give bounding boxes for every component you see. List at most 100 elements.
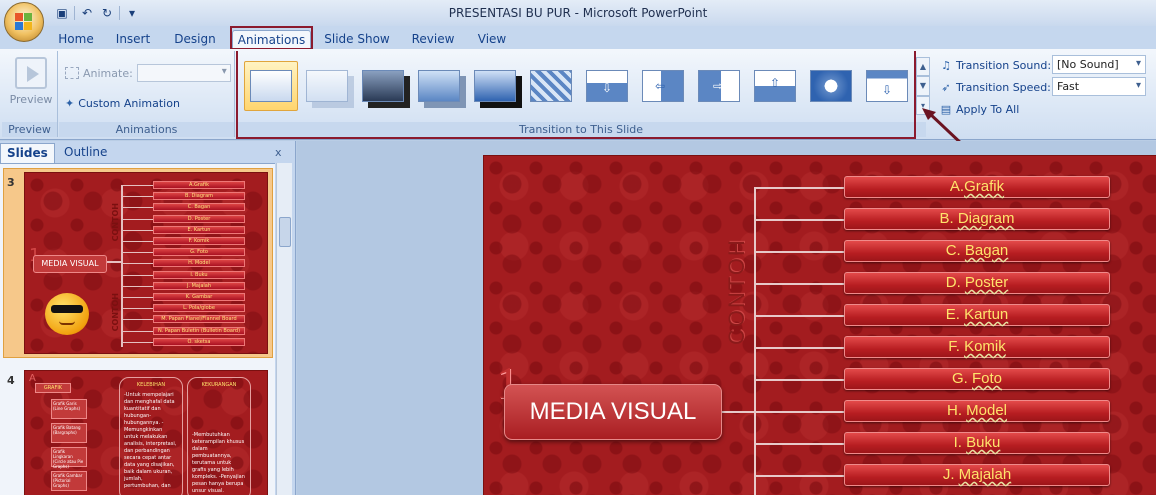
example-item-prefix: E.	[945, 306, 965, 323]
gallery-down-icon[interactable]: ▼	[916, 76, 930, 96]
preview-button[interactable]: Preview	[8, 55, 54, 111]
example-item[interactable]: D. Poster	[844, 272, 1110, 294]
group-preview: Preview Preview	[2, 51, 58, 137]
title-bar: ▣ ↶ ↻ ▾ PRESENTASI BU PUR - Microsoft Po…	[0, 0, 1156, 26]
example-item-prefix: A.	[949, 178, 965, 195]
mini-heading: GRAFIK	[35, 383, 71, 393]
scrollbar-thumb[interactable]	[279, 217, 291, 247]
close-icon[interactable]: x	[275, 146, 282, 159]
example-item[interactable]: A.Grafik	[844, 176, 1110, 198]
example-item-prefix: J.	[942, 466, 959, 483]
tab-insert[interactable]: Insert	[106, 30, 160, 50]
custom-animation-button[interactable]: ✦ Custom Animation	[65, 93, 180, 113]
media-visual-title[interactable]: MEDIA VISUAL	[504, 384, 722, 440]
example-item[interactable]: G. Foto	[844, 368, 1110, 390]
mini-connector	[105, 261, 121, 263]
mini-connector	[121, 207, 153, 209]
mini-list-item: C. Bagan	[153, 203, 245, 212]
panel-tabs: Slides Outline x	[0, 143, 290, 163]
mini-list-item: K. Gambar	[153, 293, 245, 301]
connector-line	[754, 251, 846, 253]
main-slide[interactable]: A.Grafik B. Diagram C. Bagan D. Poster E. Ka…	[483, 155, 1156, 495]
example-item-prefix: G.	[951, 370, 972, 387]
example-item-word: Kartun	[964, 306, 1009, 323]
slides-panel: Slides Outline x 3 A.Grafik B. Diagram C. …	[0, 141, 296, 495]
office-button[interactable]	[4, 2, 44, 42]
mini-connector	[121, 263, 153, 265]
preview-label: Preview	[9, 93, 53, 106]
mini-connector	[121, 218, 153, 220]
mini-list-item: B. Diagram	[153, 192, 245, 201]
tab-slides[interactable]: Slides	[0, 143, 55, 163]
slide-number: 4	[7, 374, 15, 387]
tab-outline[interactable]: Outline	[58, 143, 113, 163]
example-item[interactable]: H. Model	[844, 400, 1110, 422]
animate-icon	[65, 67, 79, 79]
animate-dropdown[interactable]	[136, 64, 231, 82]
group-label-animations: Animations	[59, 122, 234, 137]
slides-list: 3 A.Grafik B. Diagram C. Bagan D. Poster E. …	[0, 163, 275, 495]
speed-icon: ➶	[941, 80, 951, 94]
connector-line	[722, 411, 756, 413]
tab-view[interactable]: View	[470, 30, 514, 50]
animate-label: Animate:	[83, 66, 133, 80]
slide-number: 3	[7, 176, 15, 189]
mini-list-item: G. Foto	[153, 248, 245, 257]
tab-design[interactable]: Design	[166, 30, 224, 50]
kekurangan-box: KEKURANGAN -Membutuhkan keterampilan khu…	[187, 377, 251, 495]
example-item-word: Buku	[966, 434, 1001, 451]
mini-connector	[121, 229, 153, 231]
example-item-word: Komik	[964, 338, 1006, 355]
example-item-word: Foto	[972, 370, 1003, 387]
mini-graph-item: Grafik Lingkaran (Circle atau Pie Graphs…	[51, 447, 87, 469]
mini-graph-item: Grafik Garis (Line Graphs)	[51, 399, 87, 419]
sound-icon: ♫	[941, 58, 951, 72]
example-item-word: Bagan	[964, 242, 1009, 259]
mini-connector	[121, 185, 123, 347]
mini-list-item: H. Model	[153, 259, 245, 268]
mini-connector	[121, 319, 153, 321]
mini-list-item: A.Grafik	[153, 181, 245, 189]
mini-list-item: N. Papan Buletin (Bulletin Board)	[153, 326, 245, 335]
example-item-prefix: I.	[953, 434, 967, 451]
example-item[interactable]: I. Buku	[844, 432, 1110, 454]
mini-list-item: E. Kartun	[153, 225, 245, 234]
example-item[interactable]: B. Diagram	[844, 208, 1110, 230]
transition-speed-row: ➶ Transition Speed:	[938, 77, 1051, 97]
example-item[interactable]: C. Bagan	[844, 240, 1110, 262]
gallery-up-icon[interactable]: ▲	[916, 57, 930, 77]
mini-graph-item: Grafik Batang (Bargraphs)	[51, 423, 87, 443]
panel-scrollbar[interactable]	[276, 163, 292, 495]
mini-contoh-label: CONTOH	[111, 203, 120, 242]
custom-animation-icon: ✦	[65, 96, 75, 110]
connector-line	[754, 443, 846, 445]
smiley-cool-icon	[45, 293, 89, 335]
mini-list-item: I. Buku	[153, 270, 245, 279]
slide-canvas: A.Grafik B. Diagram C. Bagan D. Poster E. Ka…	[297, 141, 1156, 495]
connector-line	[754, 411, 846, 413]
connector-line	[754, 219, 846, 221]
transition-sound-label: Transition Sound:	[956, 58, 1052, 72]
example-item[interactable]: J. Majalah	[844, 464, 1110, 486]
kelebihan-box: KELEBIHAN -Untuk mempelajari dan menghaf…	[119, 377, 183, 495]
connector-line	[754, 188, 756, 495]
slide-thumbnail-4[interactable]: A GRAFIK Grafik Garis (Line Graphs) Grafi…	[24, 370, 268, 495]
group-animations: Animate: ✦ Custom Animation Animations	[59, 51, 235, 137]
transition-speed-dropdown[interactable]: Fast	[1052, 77, 1146, 96]
kelebihan-text: -Untuk mempelajari dan menghafal data ku…	[124, 392, 177, 489]
slide-thumbnail-3[interactable]: A.Grafik B. Diagram C. Bagan D. Poster E. Ka…	[24, 172, 268, 354]
example-item-prefix: H.	[946, 402, 967, 419]
animate-row: Animate:	[65, 63, 231, 83]
example-item-word: Model	[966, 402, 1008, 419]
example-item[interactable]: E. Kartun	[844, 304, 1110, 326]
mini-connector	[121, 297, 153, 298]
tab-slide-show[interactable]: Slide Show	[318, 30, 396, 50]
mini-list-item: D. Poster	[153, 214, 245, 223]
example-item[interactable]: F. Komik	[844, 336, 1110, 358]
transition-sound-dropdown[interactable]: [No Sound]	[1052, 55, 1146, 74]
office-logo-icon	[15, 13, 33, 31]
tab-home[interactable]: Home	[48, 30, 104, 50]
example-item-prefix: B.	[939, 210, 958, 227]
tab-review[interactable]: Review	[404, 30, 462, 50]
connector-line	[754, 187, 846, 189]
